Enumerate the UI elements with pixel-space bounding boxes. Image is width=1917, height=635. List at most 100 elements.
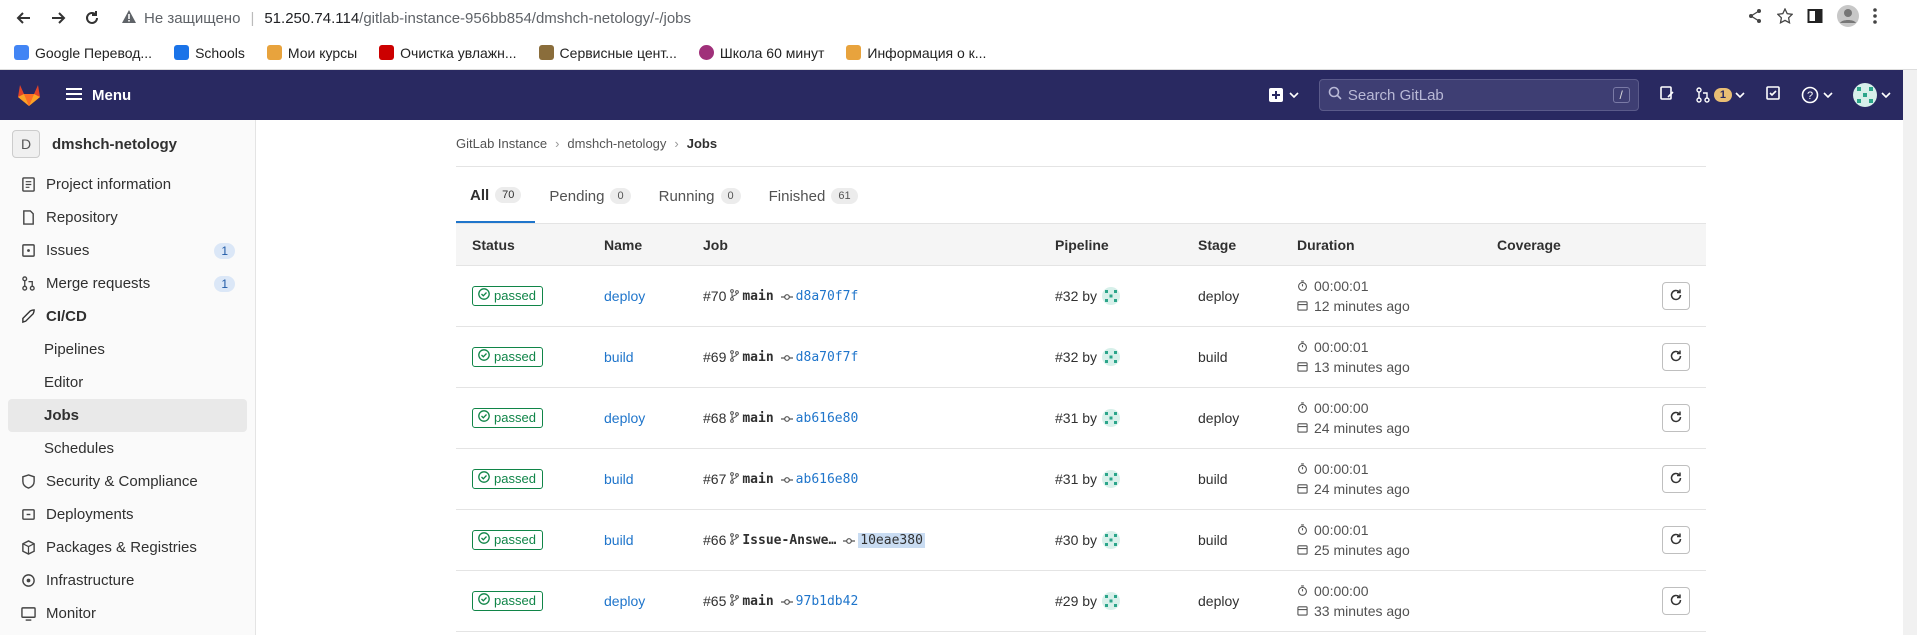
sidebar-subitem-schedules[interactable]: Schedules: [0, 432, 255, 465]
bookmark[interactable]: Очистка увлажн...: [379, 45, 517, 61]
issues-nav-icon[interactable]: [1659, 85, 1675, 106]
branch-name[interactable]: main: [742, 411, 773, 426]
sidepanel-icon[interactable]: [1807, 8, 1823, 29]
address-bar[interactable]: Не защищено | 51.250.74.114 /gitlab-inst…: [122, 4, 1747, 32]
sidebar-item-security[interactable]: Security & Compliance: [0, 465, 255, 498]
branch-name[interactable]: Issue-Answe…: [742, 533, 836, 548]
job-name-link[interactable]: deploy: [604, 288, 645, 304]
project-header[interactable]: D dmshch-netology: [0, 124, 255, 168]
job-id[interactable]: #65: [703, 593, 726, 609]
back-icon[interactable]: [10, 4, 38, 32]
commit-sha-link[interactable]: 10eae380: [858, 532, 925, 548]
bookmark[interactable]: Информация о к...: [846, 45, 986, 61]
commit-sha-link[interactable]: d8a70f7f: [796, 350, 859, 365]
job-id[interactable]: #70: [703, 288, 726, 304]
sidebar-item-project-information[interactable]: Project information: [0, 168, 255, 201]
branch-name[interactable]: main: [742, 594, 773, 609]
tab-running[interactable]: Running 0: [645, 169, 755, 223]
retry-button[interactable]: [1662, 343, 1690, 371]
job-name-link[interactable]: build: [604, 471, 634, 487]
status-badge[interactable]: passed: [472, 347, 543, 367]
pipeline-link[interactable]: #29 by: [1055, 593, 1097, 609]
sidebar-item-packages[interactable]: Packages & Registries: [0, 531, 255, 564]
new-dropdown-icon[interactable]: [1268, 88, 1299, 102]
sidebar-item-deployments[interactable]: Deployments: [0, 498, 255, 531]
job-id[interactable]: #69: [703, 349, 726, 365]
actions-cell: [1637, 282, 1706, 310]
sidebar-item-merge-requests[interactable]: Merge requests 1: [0, 267, 255, 300]
gitlab-logo-icon[interactable]: [16, 82, 42, 108]
browser-menu-icon[interactable]: [1873, 7, 1877, 29]
bookmark[interactable]: Schools: [174, 45, 245, 61]
pipeline-link[interactable]: #31 by: [1055, 410, 1097, 426]
pipeline-link[interactable]: #31 by: [1055, 471, 1097, 487]
tab-finished[interactable]: Finished 61: [755, 169, 872, 223]
page-scrollbar[interactable]: [1903, 120, 1917, 635]
sidebar-subitem-editor[interactable]: Editor: [0, 366, 255, 399]
job-id[interactable]: #66: [703, 532, 726, 548]
commit-sha-link[interactable]: ab616e80: [796, 472, 859, 487]
pipeline-link[interactable]: #30 by: [1055, 532, 1097, 548]
sidebar-subitem-pipelines[interactable]: Pipelines: [0, 333, 255, 366]
help-icon[interactable]: ?: [1801, 86, 1833, 104]
scrollbar[interactable]: [1903, 70, 1917, 120]
sidebar-subitem-jobs[interactable]: Jobs: [8, 399, 247, 432]
merge-requests-nav[interactable]: 1: [1695, 87, 1745, 103]
branch-name[interactable]: main: [742, 350, 773, 365]
retry-button[interactable]: [1662, 465, 1690, 493]
status-badge[interactable]: passed: [472, 591, 543, 611]
pipeline-ref: #31 by: [1055, 470, 1198, 488]
reload-icon[interactable]: [78, 4, 106, 32]
share-icon[interactable]: [1747, 8, 1763, 29]
user-avatar[interactable]: [1102, 409, 1121, 427]
todo-icon[interactable]: [1765, 85, 1781, 106]
job-name-link[interactable]: build: [604, 349, 634, 365]
sidebar-item-cicd[interactable]: CI/CD: [0, 300, 255, 333]
pipeline-link[interactable]: #32 by: [1055, 288, 1097, 304]
bookmark[interactable]: Google Перевод...: [14, 45, 152, 61]
job-id[interactable]: #68: [703, 410, 726, 426]
retry-button[interactable]: [1662, 404, 1690, 432]
job-name-link[interactable]: build: [604, 532, 634, 548]
search-input[interactable]: Search GitLab /: [1318, 79, 1639, 111]
status-badge[interactable]: passed: [472, 469, 543, 489]
tab-pending[interactable]: Pending 0: [535, 169, 644, 223]
profile-icon[interactable]: [1837, 4, 1859, 32]
job-name-link[interactable]: deploy: [604, 410, 645, 426]
sidebar-item-infrastructure[interactable]: Infrastructure: [0, 564, 255, 597]
user-avatar[interactable]: [1853, 83, 1891, 107]
user-avatar[interactable]: [1102, 470, 1121, 488]
commit-sha-link[interactable]: d8a70f7f: [796, 289, 859, 304]
commit-sha-link[interactable]: 97b1db42: [796, 594, 859, 609]
sidebar-item-issues[interactable]: Issues 1: [0, 234, 255, 267]
pipeline-link[interactable]: #32 by: [1055, 349, 1097, 365]
breadcrumb-project[interactable]: dmshch-netology: [567, 136, 666, 151]
job-id[interactable]: #67: [703, 471, 726, 487]
user-avatar[interactable]: [1102, 287, 1121, 305]
bookmark[interactable]: Сервисные цент...: [538, 45, 677, 61]
forward-icon[interactable]: [44, 4, 72, 32]
bookmark[interactable]: Мои курсы: [266, 45, 357, 61]
breadcrumb-current[interactable]: Jobs: [687, 136, 717, 151]
status-badge[interactable]: passed: [472, 530, 543, 550]
commit-sha-link[interactable]: ab616e80: [796, 411, 859, 426]
job-name-link[interactable]: deploy: [604, 593, 645, 609]
retry-button[interactable]: [1662, 282, 1690, 310]
chevron-right-icon: ›: [555, 135, 560, 151]
user-avatar[interactable]: [1102, 531, 1121, 549]
user-avatar[interactable]: [1102, 348, 1121, 366]
retry-button[interactable]: [1662, 526, 1690, 554]
sidebar-item-monitor[interactable]: Monitor: [0, 597, 255, 630]
tab-all[interactable]: All 70: [456, 169, 536, 223]
breadcrumb-root[interactable]: GitLab Instance: [456, 136, 547, 151]
status-badge[interactable]: passed: [472, 408, 543, 428]
user-avatar[interactable]: [1102, 592, 1121, 610]
branch-name[interactable]: main: [742, 289, 773, 304]
status-badge[interactable]: passed: [472, 286, 543, 306]
menu-button[interactable]: Menu: [66, 87, 131, 104]
bookmark[interactable]: Школа 60 минут: [698, 45, 824, 61]
sidebar-item-repository[interactable]: Repository: [0, 201, 255, 234]
star-icon[interactable]: [1776, 6, 1794, 29]
branch-name[interactable]: main: [742, 472, 773, 487]
retry-button[interactable]: [1662, 587, 1690, 615]
